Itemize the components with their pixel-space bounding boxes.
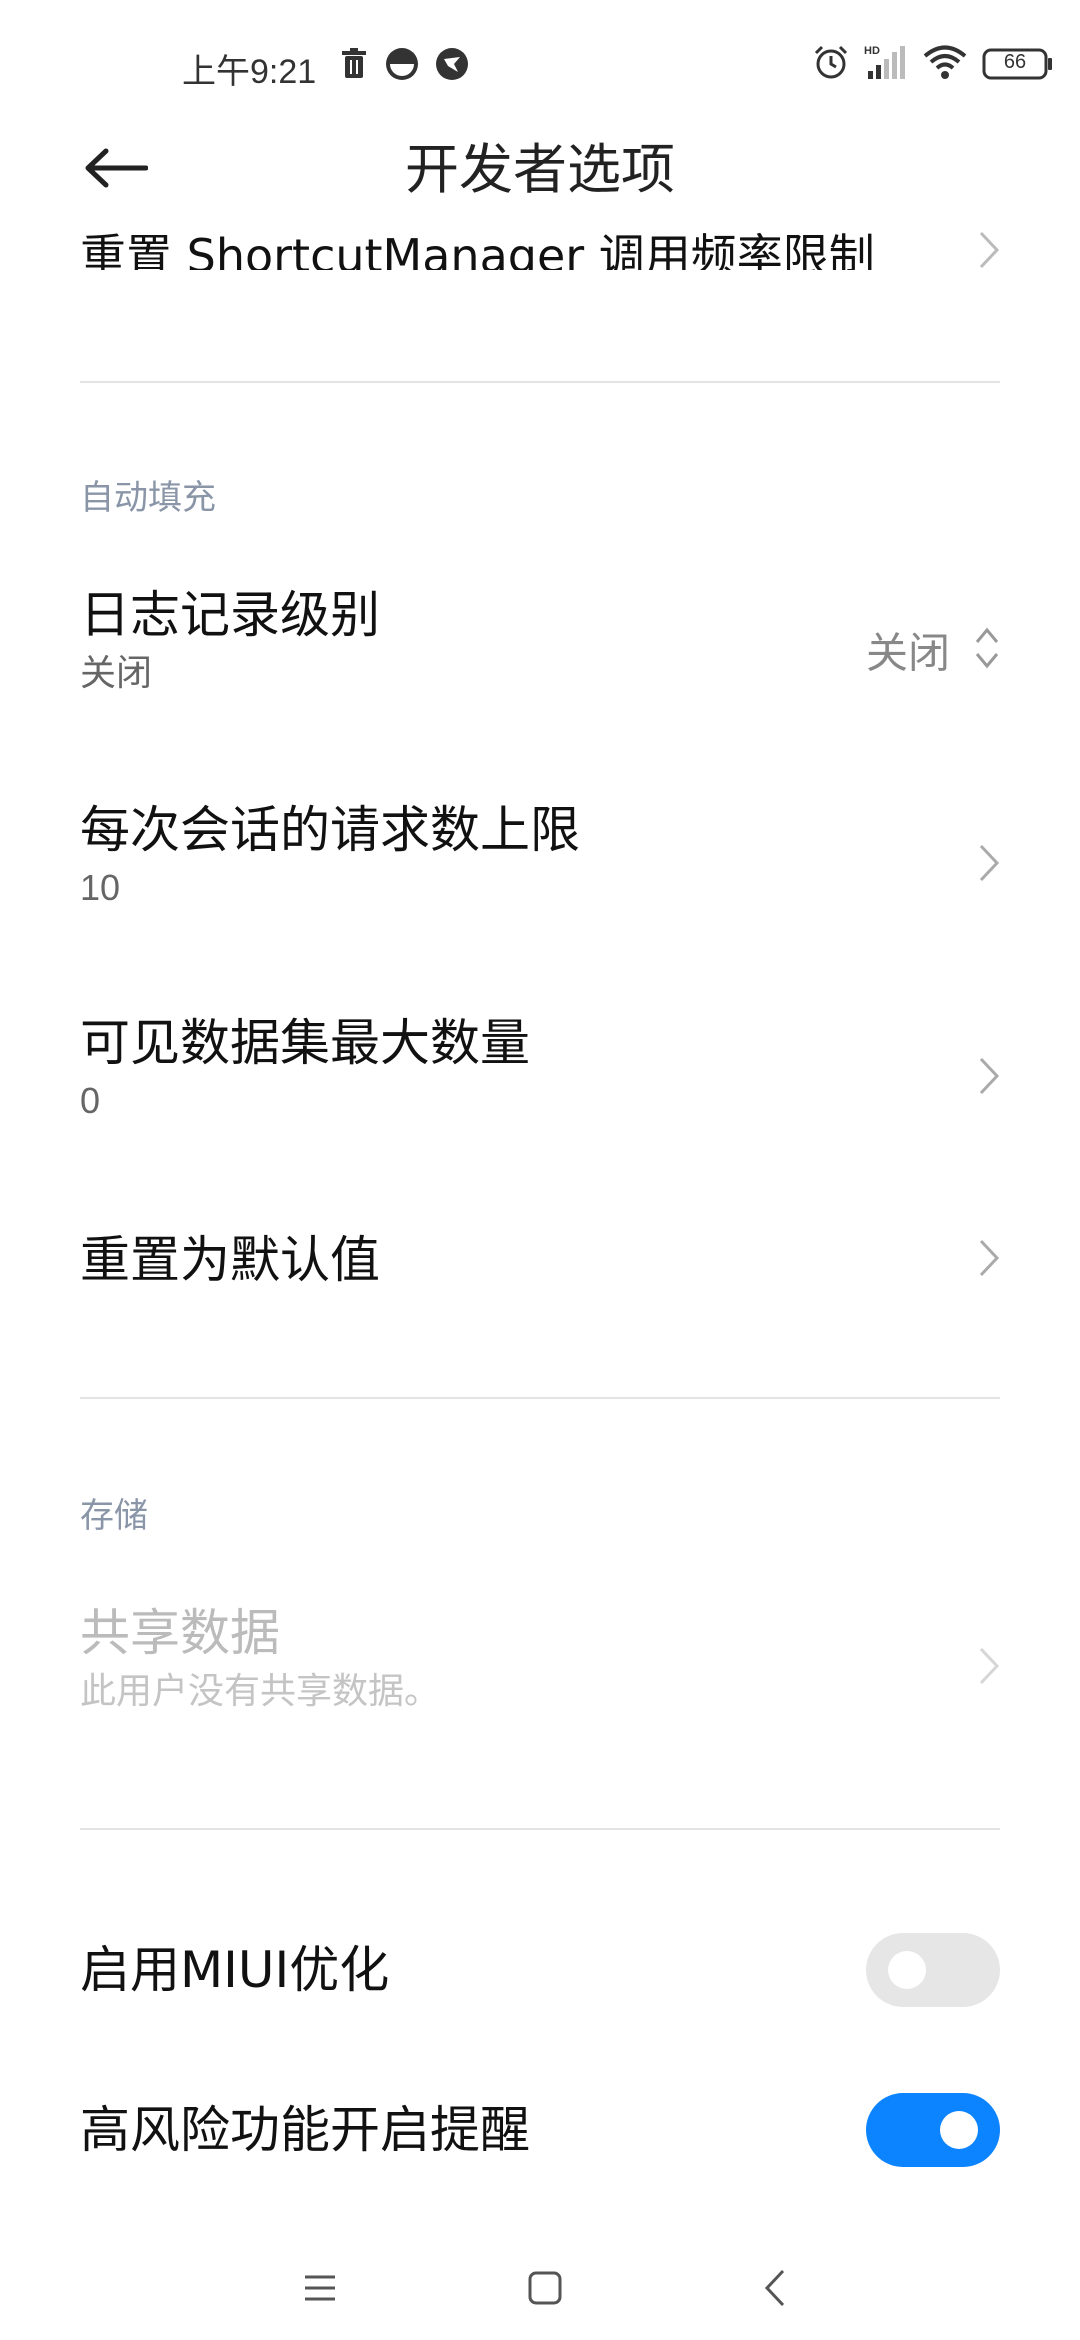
toggle-knob xyxy=(888,1951,926,1989)
divider xyxy=(80,381,1000,383)
app-bird-icon xyxy=(434,46,470,82)
high-risk-reminder-toggle[interactable] xyxy=(866,2093,1000,2167)
log-level-row[interactable]: 日志记录级别 关闭 关闭 xyxy=(80,585,1000,715)
chevron-right-icon xyxy=(978,1238,1000,1282)
toggle-knob xyxy=(940,2111,978,2149)
home-button[interactable] xyxy=(505,2250,585,2330)
row-value: 关闭 xyxy=(865,628,950,678)
menu-icon xyxy=(302,2273,338,2307)
requests-per-session-row[interactable]: 每次会话的请求数上限 10 xyxy=(80,800,1000,930)
row-subtitle: 10 xyxy=(80,867,121,908)
chevron-right-icon xyxy=(978,1646,1000,1690)
row-title: 重置 ShortcutManager 调用频率限制 xyxy=(80,229,875,270)
status-bar: 上午9:21 HD 66 xyxy=(0,0,1080,130)
app-header: 开发者选项 xyxy=(0,130,1080,210)
high-risk-reminder-row[interactable]: 高风险功能开启提醒 xyxy=(80,2090,1000,2170)
divider xyxy=(80,1397,1000,1399)
reset-shortcutmanager-row[interactable]: 重置 ShortcutManager 调用频率限制 xyxy=(80,210,1000,270)
back-icon xyxy=(763,2268,787,2312)
page-title: 开发者选项 xyxy=(405,138,675,201)
row-title: 可见数据集最大数量 xyxy=(80,1014,530,1072)
row-title: 高风险功能开启提醒 xyxy=(80,2101,530,2159)
trash-icon xyxy=(336,46,372,82)
app-circle-icon xyxy=(384,46,420,82)
battery-icon: 66 xyxy=(982,47,1054,81)
chevron-up-down-icon xyxy=(974,625,1000,675)
row-title: 共享数据 xyxy=(80,1604,280,1662)
enable-miui-optimization-row[interactable]: 启用MIUI优化 xyxy=(80,1930,1000,2010)
miui-optimization-toggle[interactable] xyxy=(866,1933,1000,2007)
svg-text:HD: HD xyxy=(864,45,880,57)
shared-data-row: 共享数据 此用户没有共享数据。 xyxy=(80,1603,1000,1733)
chevron-right-icon xyxy=(978,1056,1000,1100)
row-title: 重置为默认值 xyxy=(80,1231,380,1289)
row-subtitle: 关闭 xyxy=(80,652,153,693)
reset-to-default-row[interactable]: 重置为默认值 xyxy=(80,1220,1000,1300)
chevron-right-icon xyxy=(978,230,1000,270)
section-header-storage: 存储 xyxy=(80,1496,148,1536)
menu-button[interactable] xyxy=(280,2250,360,2330)
battery-level: 66 xyxy=(1003,51,1027,73)
section-header-autofill: 自动填充 xyxy=(80,478,216,518)
row-title: 启用MIUI优化 xyxy=(80,1941,390,1999)
status-time: 上午9:21 xyxy=(182,53,317,91)
home-icon xyxy=(527,2270,563,2310)
max-visible-datasets-row[interactable]: 可见数据集最大数量 0 xyxy=(80,1013,1000,1143)
divider xyxy=(80,1828,1000,1830)
row-title: 日志记录级别 xyxy=(80,586,380,644)
nav-back-button[interactable] xyxy=(735,2250,815,2330)
wifi-icon xyxy=(922,43,968,85)
navigation-bar xyxy=(0,2230,1080,2340)
row-subtitle: 0 xyxy=(80,1080,101,1121)
chevron-right-icon xyxy=(978,843,1000,887)
row-title: 每次会话的请求数上限 xyxy=(80,801,580,859)
hd-signal-icon: HD xyxy=(864,43,908,85)
alarm-icon xyxy=(812,43,850,85)
row-subtitle: 此用户没有共享数据。 xyxy=(80,1670,441,1711)
